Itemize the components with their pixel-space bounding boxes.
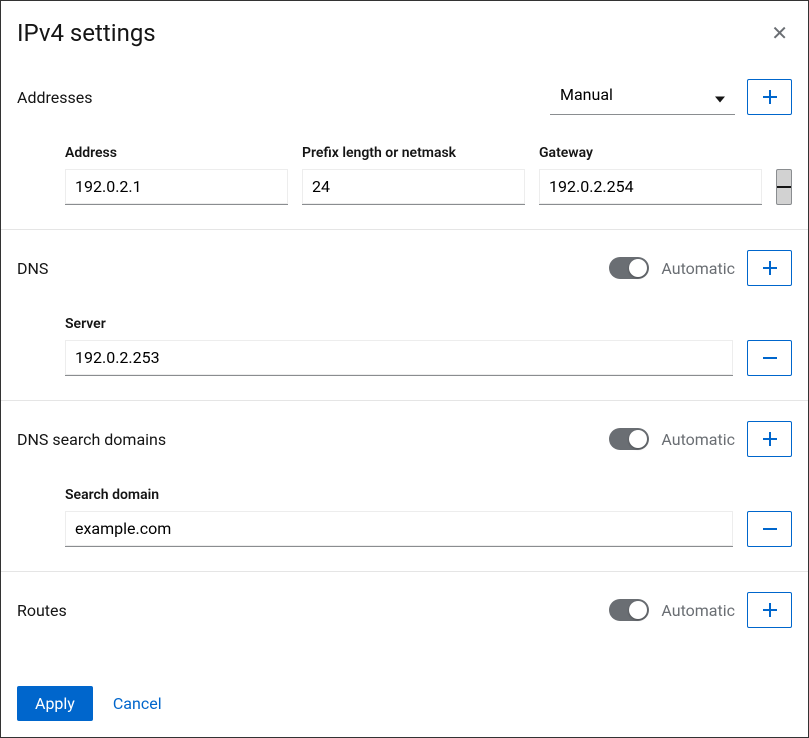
search-domains-automatic-label: Automatic — [661, 430, 735, 449]
divider — [1, 400, 808, 401]
dns-automatic-label: Automatic — [661, 259, 735, 278]
addresses-label: Addresses — [17, 88, 93, 107]
plus-icon — [763, 85, 777, 109]
remove-search-domain-button[interactable] — [747, 511, 792, 547]
toggle-knob — [629, 601, 647, 619]
dns-server-header: Server — [65, 316, 733, 332]
toggle-knob — [629, 259, 647, 277]
minus-icon — [763, 346, 777, 370]
remove-dns-button[interactable] — [747, 340, 792, 376]
add-address-button[interactable] — [747, 79, 792, 115]
divider — [1, 229, 808, 230]
dns-automatic-toggle[interactable] — [609, 257, 649, 279]
minus-icon — [777, 175, 791, 199]
search-domain-header: Search domain — [65, 487, 733, 503]
minus-icon — [763, 517, 777, 541]
remove-address-button[interactable] — [776, 169, 792, 205]
search-domains-label: DNS search domains — [17, 430, 166, 449]
toggle-knob — [629, 430, 647, 448]
prefix-input[interactable] — [302, 169, 525, 205]
apply-button[interactable]: Apply — [17, 686, 93, 721]
address-input[interactable] — [65, 169, 288, 205]
routes-automatic-toggle[interactable] — [609, 599, 649, 621]
close-icon[interactable]: ✕ — [767, 17, 792, 49]
divider — [1, 571, 808, 572]
plus-icon — [763, 598, 777, 622]
plus-icon — [763, 256, 777, 280]
search-domains-automatic-toggle[interactable] — [609, 428, 649, 450]
dialog-title: IPv4 settings — [17, 19, 156, 47]
address-column-header: Address — [65, 145, 288, 161]
add-dns-button[interactable] — [747, 250, 792, 286]
routes-automatic-label: Automatic — [661, 601, 735, 620]
gateway-column-header: Gateway — [539, 145, 762, 161]
search-domain-input[interactable] — [65, 511, 733, 547]
routes-label: Routes — [17, 601, 67, 620]
dns-server-input[interactable] — [65, 340, 733, 376]
plus-icon — [763, 427, 777, 451]
gateway-input[interactable] — [539, 169, 762, 205]
add-route-button[interactable] — [747, 592, 792, 628]
cancel-button[interactable]: Cancel — [113, 694, 162, 713]
add-search-domain-button[interactable] — [747, 421, 792, 457]
dns-label: DNS — [17, 259, 48, 278]
addresses-mode-select[interactable]: Manual — [550, 79, 735, 115]
prefix-column-header: Prefix length or netmask — [302, 145, 525, 161]
